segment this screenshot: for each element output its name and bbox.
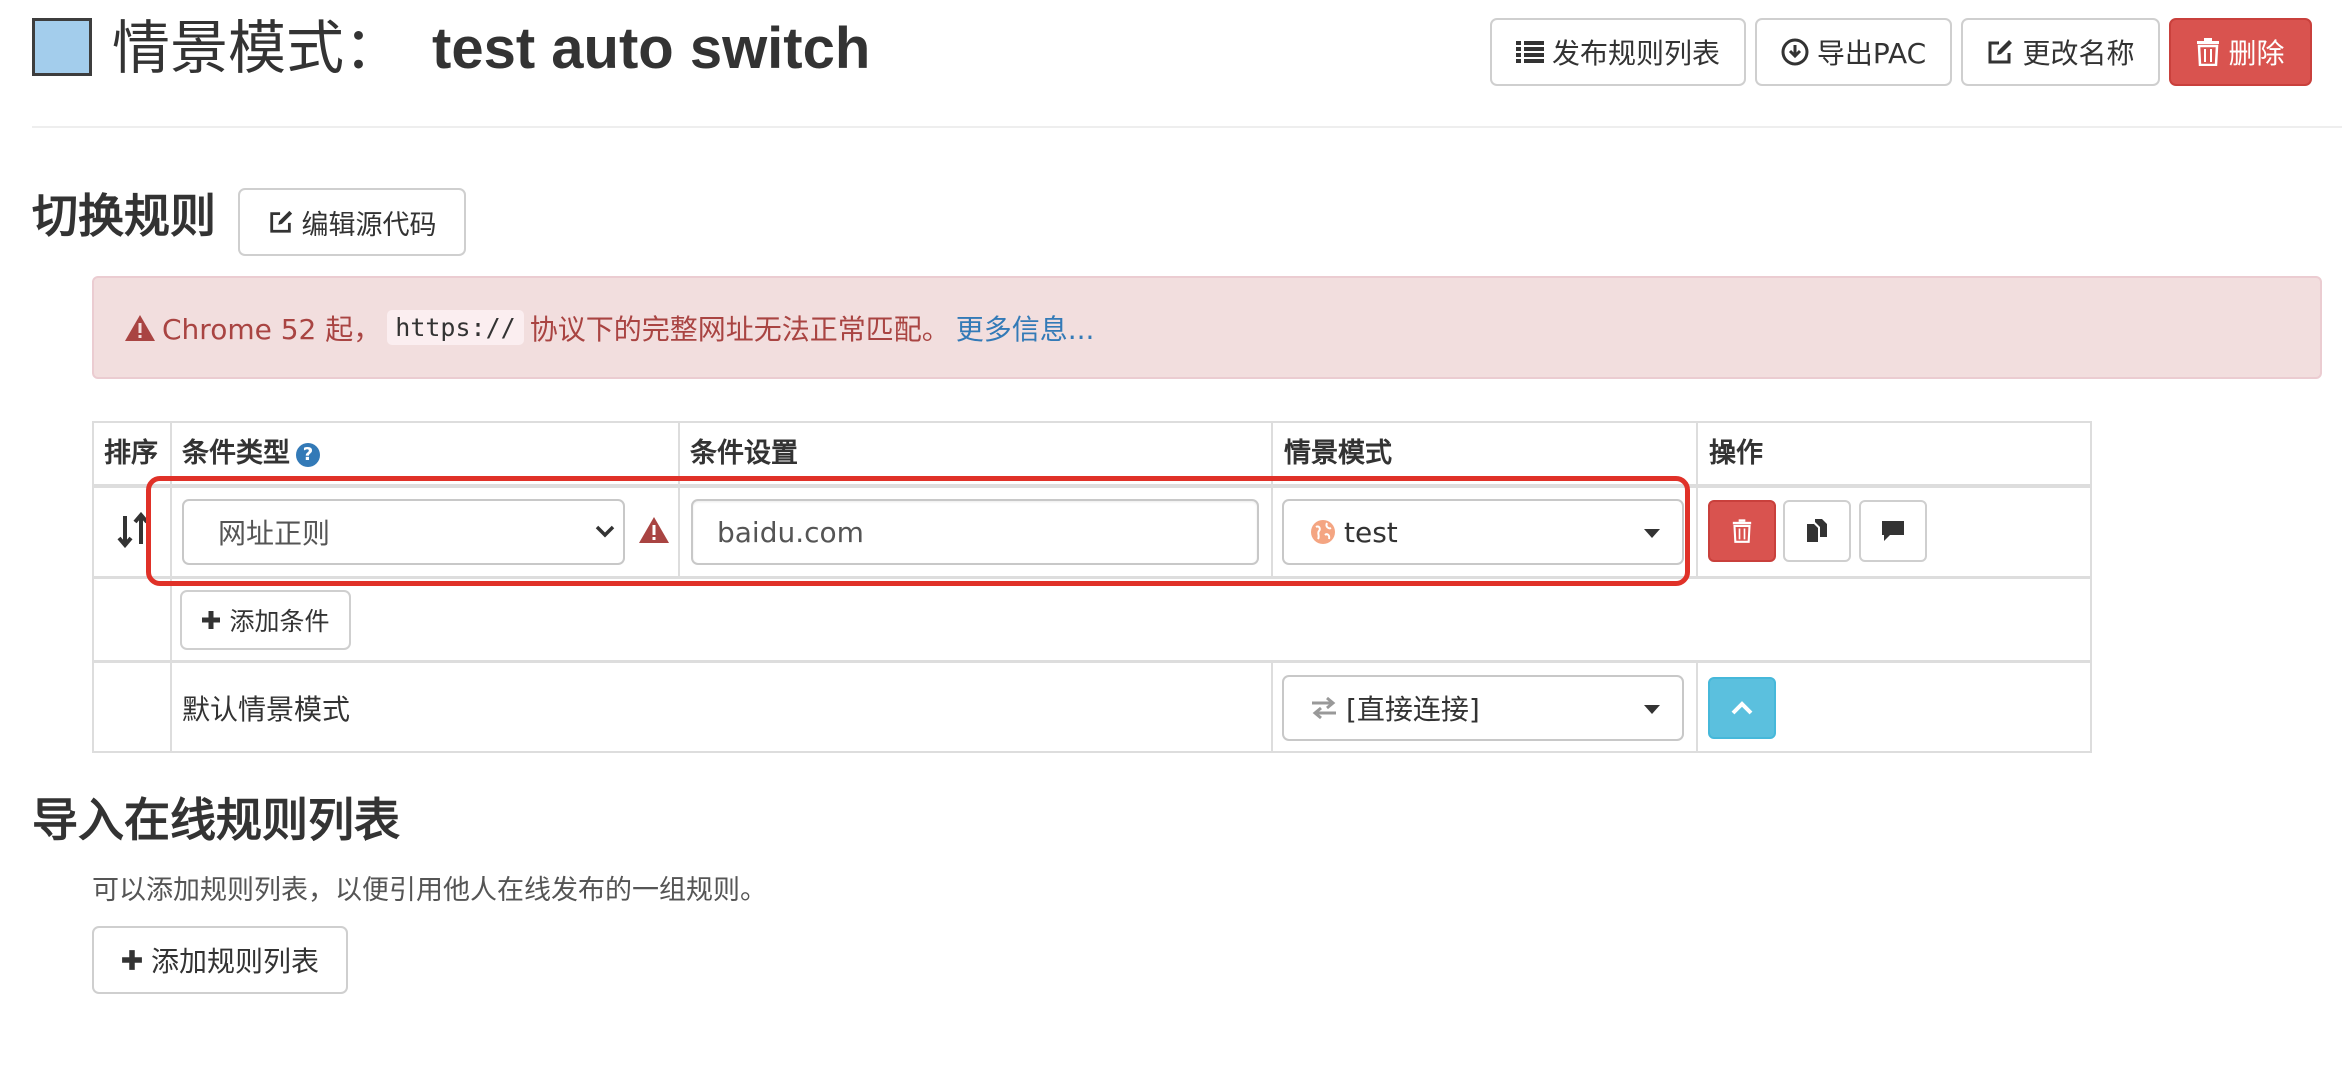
export-pac-label: 导出PAC [1816,37,1927,70]
trash-icon [1732,519,1752,543]
plus-icon [122,950,142,970]
transfer-arrows-icon [1312,696,1336,720]
import-rules-description: 可以添加规则列表，以便引用他人在线发布的一组规则。 [92,875,767,906]
list-icon [1515,41,1544,63]
header-actions: 操作 [1709,438,1763,469]
download-circle-icon [1781,38,1809,66]
default-profile-select[interactable]: [直接连接] [1282,675,1684,741]
table-col-divider [1696,662,1698,753]
delete-profile-button[interactable]: 删除 [2169,18,2312,86]
page-title: 情景模式： test auto switch [112,6,870,91]
warning-icon [125,314,155,341]
edit-icon [1988,40,2013,64]
export-pac-button[interactable]: 导出PAC [1755,18,1952,86]
alert-code: https:// [387,310,524,345]
table-col-divider [1696,421,1698,578]
caret-down-icon [1644,705,1660,714]
header-profile: 情景模式 [1284,438,1392,469]
header-condition-setting: 条件设置 [690,438,798,469]
table-col-divider [170,421,172,753]
rule-row-highlight [146,476,1690,586]
edit-icon [269,210,292,233]
trash-icon [2197,38,2220,66]
add-condition-button[interactable]: 添加条件 [180,590,351,650]
rules-table [92,421,2092,753]
sort-handle[interactable] [116,511,150,552]
plus-icon [202,611,221,629]
more-info-link[interactable]: 更多信息... [956,308,1095,348]
publish-rule-list-label: 发布规则列表 [1551,37,1720,70]
rename-label: 更改名称 [2022,37,2135,70]
edit-source-button[interactable]: 编辑源代码 [238,188,466,256]
header-sort: 排序 [104,438,158,469]
add-rule-list-label: 添加规则列表 [150,945,319,978]
header-divider [32,126,2342,128]
table-col-divider [1271,662,1273,753]
add-condition-label: 添加条件 [229,607,330,636]
alert-text-suffix: 协议下的完整网址无法正常匹配。 [529,312,950,346]
switch-rules-heading: 切换规则 [32,189,216,243]
profile-color-swatch [32,18,92,76]
https-warning-alert: Chrome 52 起， https:// 协议下的完整网址无法正常匹配。 更多信… [92,276,2322,379]
chevron-up-icon [1731,701,1753,715]
rename-button[interactable]: 更改名称 [1961,18,2160,86]
publish-rule-list-button[interactable]: 发布规则列表 [1490,18,1746,86]
copy-icon [1807,519,1827,542]
comment-rule-button[interactable] [1859,500,1927,562]
comment-icon [1882,521,1904,541]
alert-text-prefix: Chrome 52 起， [162,312,382,346]
help-icon[interactable]: ? [296,442,320,467]
page-title-prefix: 情景模式： [112,14,403,82]
header-condition-type: 条件类型? [182,434,320,474]
duplicate-rule-button[interactable] [1783,500,1851,562]
default-profile-label: 默认情景模式 [182,693,351,726]
profile-name: test auto switch [432,16,871,81]
default-profile-value: [直接连接] [1346,693,1480,726]
edit-source-label: 编辑源代码 [301,209,437,241]
table-row-divider [92,660,2092,663]
sort-arrows-icon [117,511,149,549]
delete-rule-button[interactable] [1708,500,1776,562]
delete-profile-label: 删除 [2228,37,2285,70]
collapse-button[interactable] [1708,677,1776,739]
import-rules-heading: 导入在线规则列表 [32,793,400,847]
add-rule-list-button[interactable]: 添加规则列表 [92,926,348,994]
header-condition-type-label: 条件类型 [182,438,290,469]
